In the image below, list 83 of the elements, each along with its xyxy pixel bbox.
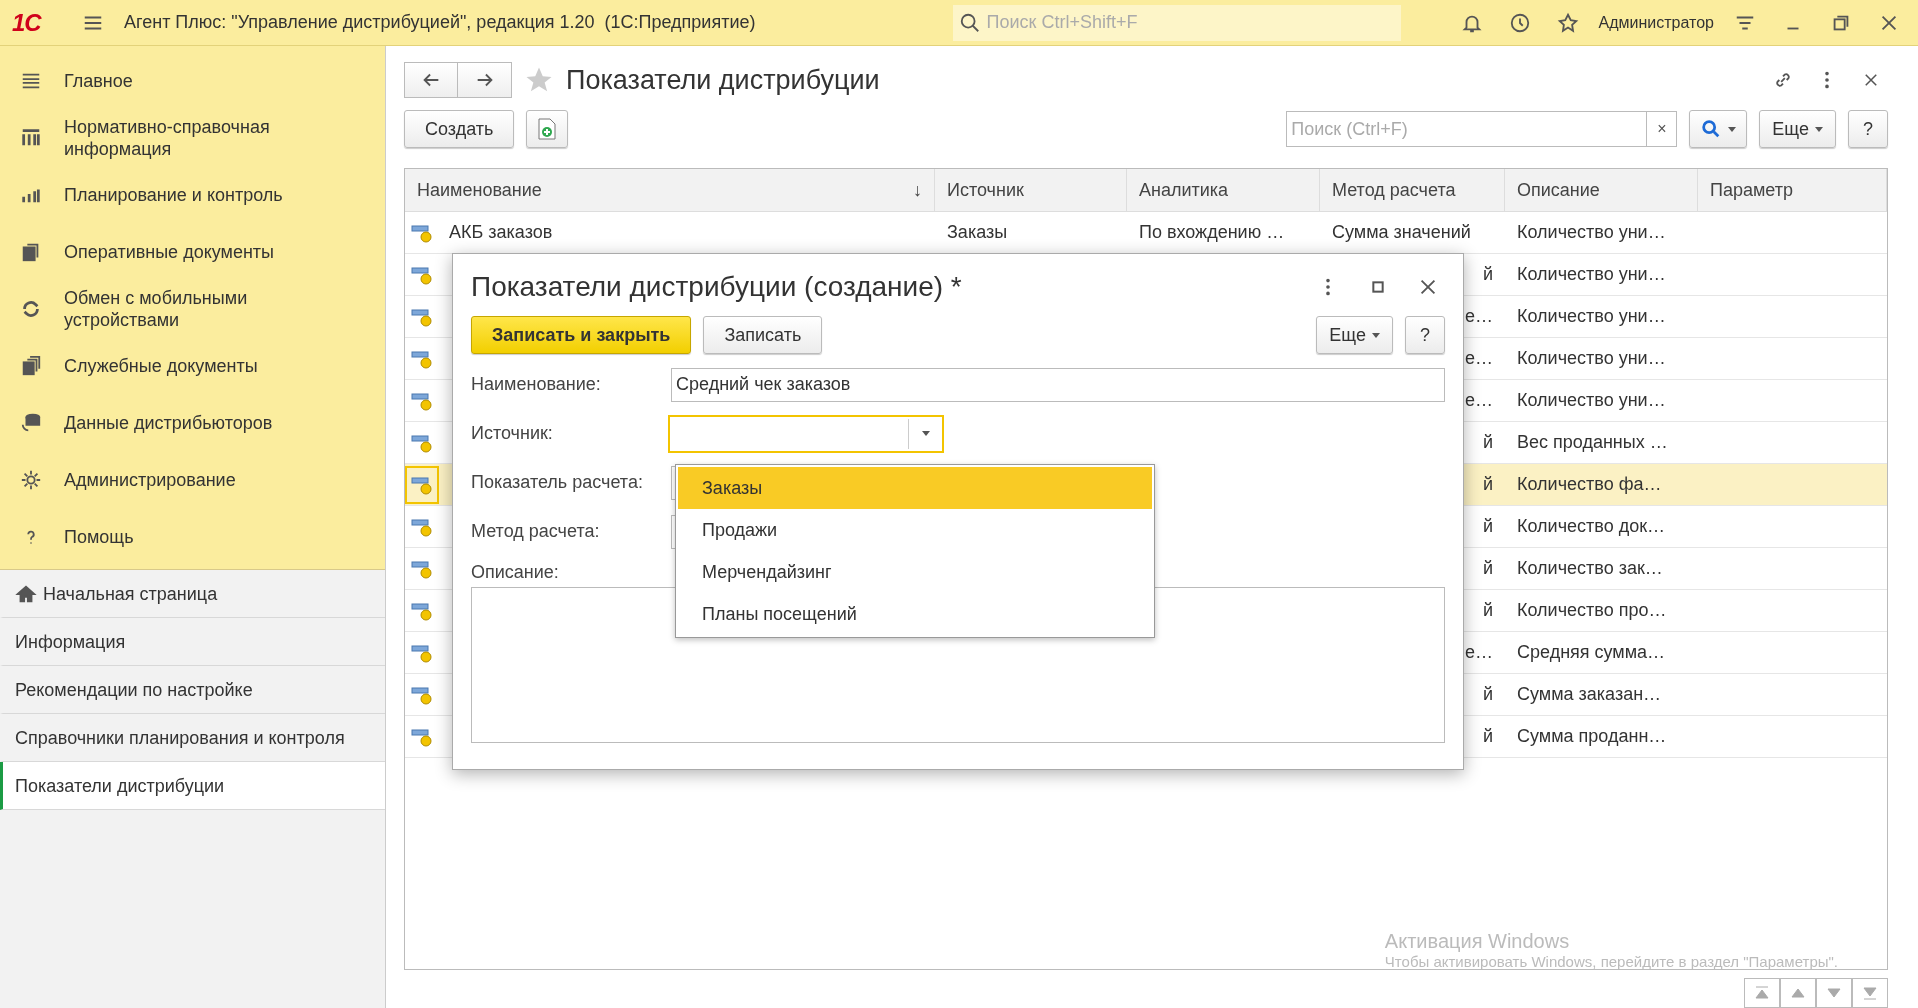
page-title: Показатели дистрибуции <box>566 64 881 96</box>
search-field[interactable]: Поиск (Ctrl+F) <box>1286 111 1648 147</box>
clear-button[interactable]: × <box>1647 111 1678 147</box>
column-header[interactable]: Наименование ↓ <box>405 169 935 211</box>
help-button[interactable]: ? <box>1848 110 1888 148</box>
gear-icon <box>20 468 42 491</box>
activation-title: Активация Windows <box>1384 930 1571 953</box>
table-cell: е… <box>1465 348 1493 369</box>
column-header[interactable]: Метод расчета <box>1320 169 1505 211</box>
table-cell: й <box>1482 264 1493 285</box>
forward-button[interactable] <box>458 62 512 98</box>
activation-text: Чтобы активировать Windows, перейдите в раздел "Параметры". <box>1384 953 1838 970</box>
table-cell: й <box>1482 432 1493 453</box>
source-field[interactable] <box>668 414 944 453</box>
add-document-icon <box>537 118 558 140</box>
section-item[interactable]: Служебные документы <box>64 354 324 377</box>
table-cell: Количество про… <box>1517 600 1667 621</box>
more-button[interactable]: Еще <box>1759 110 1836 148</box>
sort-indicator: ↓ <box>913 179 922 201</box>
dialog-title: Показатели дистрибуции (создание) * <box>471 271 963 303</box>
column-header[interactable]: Источник <box>935 169 1127 211</box>
caret-icon <box>1728 126 1737 132</box>
section-item[interactable]: Оперативные документы <box>64 240 324 263</box>
database-icon <box>20 411 42 434</box>
field-label: Наименование: <box>471 374 602 395</box>
section-item[interactable]: Обмен с мобильными устройствами <box>64 286 324 331</box>
caret-icon[interactable] <box>921 431 930 436</box>
field-label: Источник: <box>471 423 554 444</box>
name-field[interactable]: Средний чек заказов <box>671 367 1445 402</box>
column-header[interactable]: Аналитика <box>1127 169 1320 211</box>
column-header[interactable]: Описание <box>1505 169 1698 211</box>
table-cell: Заказы <box>947 222 1008 243</box>
table-cell: Количество уни… <box>1517 390 1666 411</box>
table-cell: е… <box>1465 642 1493 663</box>
dropdown-option[interactable]: Заказы <box>678 467 1152 509</box>
table-cell: Средняя сумма… <box>1517 642 1666 663</box>
open-page-item[interactable]: Показатели дистрибуции <box>0 762 385 810</box>
caret-icon <box>1815 126 1823 132</box>
documents-icon <box>20 354 42 377</box>
save-and-close-button[interactable]: Записать и закрыть <box>471 316 692 354</box>
table-cell: е… <box>1465 306 1493 327</box>
section-item[interactable]: Помощь <box>64 525 324 548</box>
user-name[interactable]: Администратор <box>1598 13 1714 32</box>
table-cell: Вес проданных … <box>1517 432 1668 453</box>
app-logo: 1С <box>12 8 43 37</box>
section-item[interactable]: Главное <box>64 69 324 92</box>
save-button[interactable]: Записать <box>703 316 823 354</box>
table-cell: Сумма проданн… <box>1517 726 1667 747</box>
add-document-button[interactable] <box>526 110 569 148</box>
table-cell: й <box>1482 558 1493 579</box>
table-cell: АКБ заказов <box>449 222 553 243</box>
help-button[interactable]: ? <box>1405 316 1445 354</box>
table-cell: й <box>1482 600 1493 621</box>
search-button[interactable] <box>1689 110 1748 148</box>
table-cell: е… <box>1465 390 1493 411</box>
table-cell: Сумма заказан… <box>1517 684 1662 705</box>
table-cell: й <box>1482 516 1493 537</box>
table-cell: й <box>1482 684 1493 705</box>
table-cell: Количество док… <box>1517 516 1666 537</box>
table-cell: й <box>1482 474 1493 495</box>
table-cell: Количество фа… <box>1517 474 1662 495</box>
search-field[interactable]: Поиск Ctrl+Shift+F <box>952 4 1401 41</box>
table-cell: Количество уни… <box>1517 348 1666 369</box>
table-cell: Количество уни… <box>1517 306 1666 327</box>
section-item[interactable]: Данные дистрибьюторов <box>64 411 324 434</box>
table-cell: По вхождению … <box>1139 222 1285 243</box>
section-item[interactable]: Планирование и контроль <box>64 183 324 206</box>
table-cell: Сумма значений <box>1332 222 1471 243</box>
table-cell: Количество зак… <box>1517 558 1663 579</box>
column-header[interactable]: Параметр <box>1698 169 1887 211</box>
section-item[interactable]: Нормативно-справочная информация <box>64 115 324 160</box>
section-item[interactable]: Администрирование <box>64 468 324 491</box>
search-icon <box>958 11 981 34</box>
window-title: Агент Плюс: "Управление дистрибуцией", редакция 1.20 (1С:Предприятие) <box>124 12 757 33</box>
create-button[interactable]: Создать <box>404 110 515 148</box>
field-label: Описание: <box>471 562 559 583</box>
back-button[interactable] <box>404 62 458 98</box>
table-cell: Количество уни… <box>1517 222 1666 243</box>
table-cell: Количество уни… <box>1517 264 1666 285</box>
table-cell: й <box>1482 726 1493 747</box>
field-label: Показатель расчета: <box>471 472 644 493</box>
more-button[interactable]: Еще <box>1316 316 1393 354</box>
field-label: Метод расчета: <box>471 521 601 542</box>
